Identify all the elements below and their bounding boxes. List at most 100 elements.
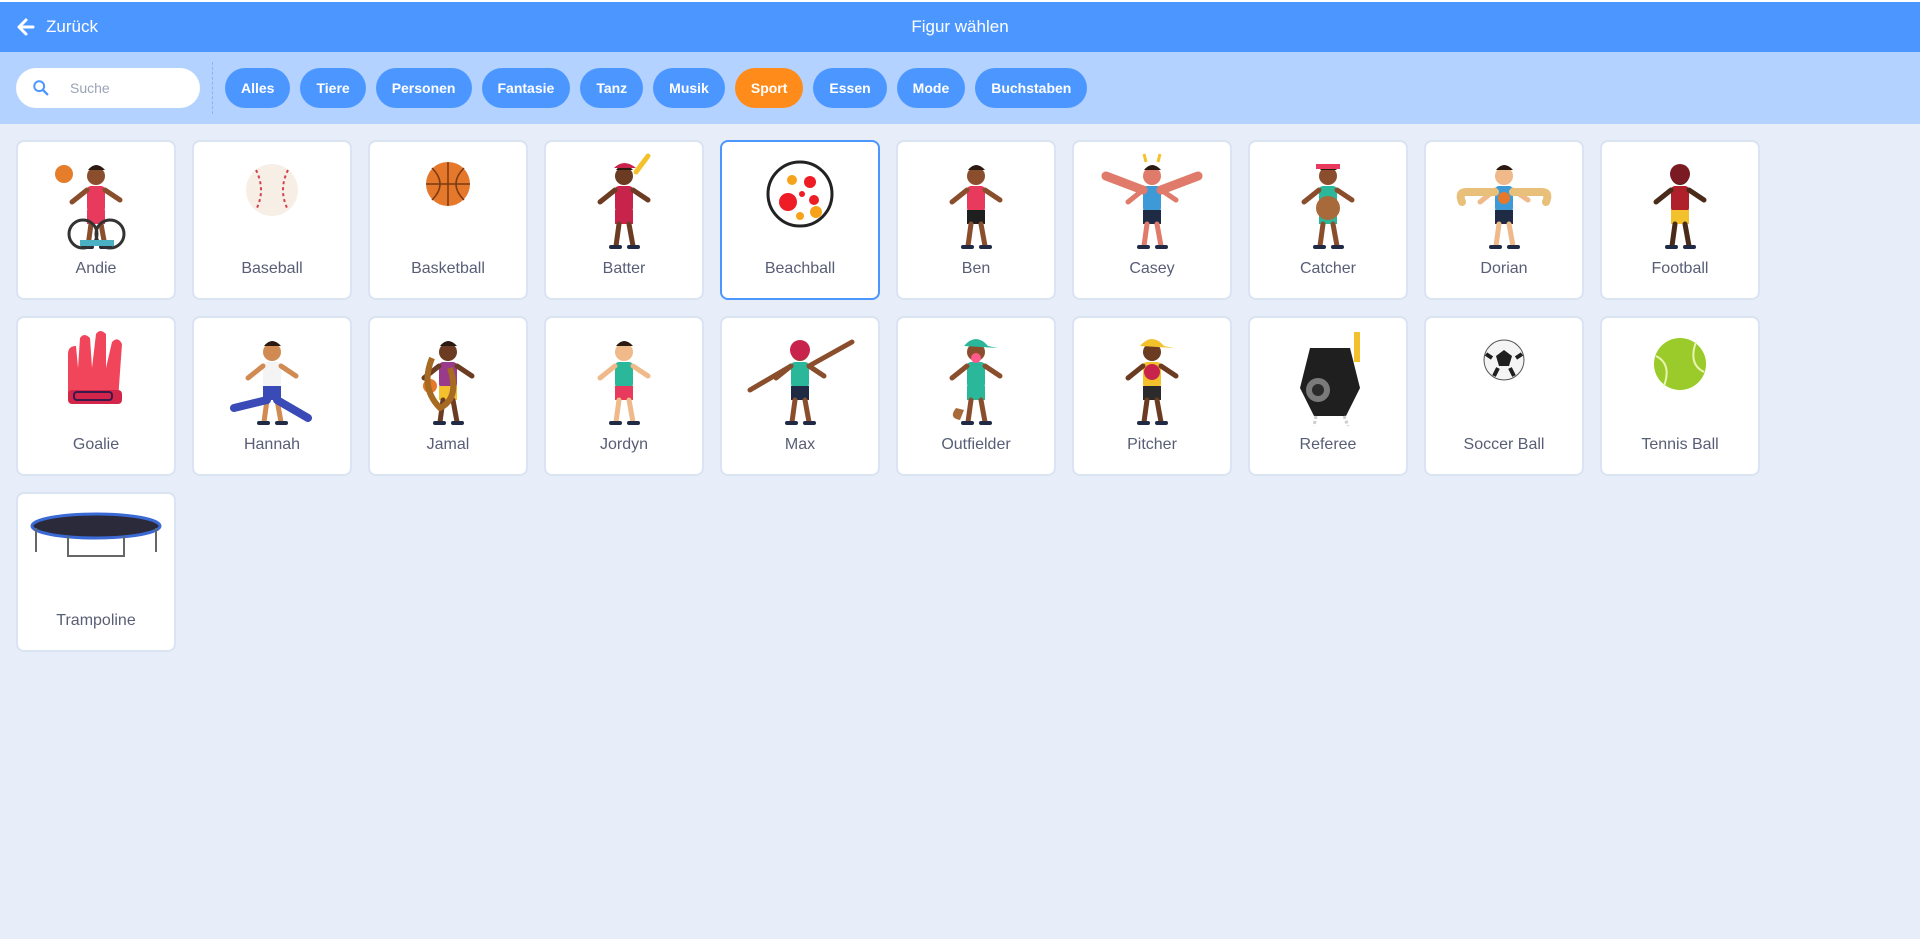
sprite-name: Pitcher (1127, 436, 1177, 453)
sprite-name: Tennis Ball (1641, 436, 1719, 453)
sprite-card-soccer-ball[interactable]: Soccer Ball (1424, 316, 1584, 476)
sprite-name: Beachball (764, 260, 836, 277)
sprite-thumbnail (380, 152, 516, 252)
wide-person-icon (1101, 153, 1203, 249)
beachball-icon (766, 160, 834, 228)
sprite-card-catcher[interactable]: Catcher (1248, 140, 1408, 300)
sprite-card-batter[interactable]: Batter (544, 140, 704, 300)
sprite-grid: Andie Baseball Basketball Batter Beachball … (16, 140, 1806, 652)
pitcher-icon (1125, 339, 1179, 425)
search-box[interactable] (16, 68, 200, 108)
sprite-thumbnail (1084, 328, 1220, 428)
football-player-icon (1653, 164, 1707, 249)
goalie-glove-icon (68, 331, 122, 404)
arms-spread-icon (747, 339, 855, 425)
tag-personen[interactable]: Personen (375, 68, 472, 108)
sprite-card-beachball[interactable]: Beachball (720, 140, 880, 300)
catcher-icon (1301, 164, 1355, 249)
sprite-card-jordyn[interactable]: Jordyn (544, 316, 704, 476)
sprite-name: Referee (1299, 436, 1357, 453)
search-input[interactable] (68, 79, 192, 97)
tag-sport[interactable]: Sport (734, 68, 804, 108)
sprite-thumbnail (380, 328, 516, 428)
filter-divider (212, 62, 213, 114)
sprite-name: Outfielder (941, 436, 1011, 453)
person-with-ball-icon (1456, 165, 1552, 249)
tag-fantasie[interactable]: Fantasie (481, 68, 571, 108)
sprite-thumbnail (908, 152, 1044, 252)
kicker-icon (597, 341, 651, 425)
sprite-card-football[interactable]: Football (1600, 140, 1760, 300)
tag-alles[interactable]: Alles (225, 68, 291, 108)
sprite-name: Batter (602, 260, 646, 277)
hurdler-icon (230, 341, 312, 425)
tennis-ball-icon (1654, 338, 1706, 390)
sprite-card-referee[interactable]: Referee (1248, 316, 1408, 476)
sprite-name: Goalie (72, 436, 120, 453)
sprite-thumbnail (732, 152, 868, 252)
page-title: Figur wählen (911, 17, 1009, 36)
back-button[interactable]: Zurück (16, 2, 98, 52)
sprite-card-baseball[interactable]: Baseball (192, 140, 352, 300)
dribbler-icon (421, 341, 475, 425)
sprite-name: Baseball (241, 260, 303, 277)
sprite-thumbnail (1260, 152, 1396, 252)
sprite-card-trampoline[interactable]: Trampoline (16, 492, 176, 652)
sprite-thumbnail (556, 328, 692, 428)
sprite-name: Jordyn (599, 436, 649, 453)
soccer-ball-icon (1483, 339, 1525, 381)
sprite-name: Basketball (411, 260, 485, 277)
tag-list: Alles Tiere Personen Fantasie Tanz Musik Sport… (225, 68, 1088, 108)
sprite-thumbnail (732, 328, 868, 428)
sprite-card-hannah[interactable]: Hannah (192, 316, 352, 476)
sprite-card-andie[interactable]: Andie (16, 140, 176, 300)
outfielder-icon (949, 339, 1003, 425)
header-bar: Zurück Figur wählen (0, 0, 1920, 52)
sprite-card-jamal[interactable]: Jamal (368, 316, 528, 476)
sprite-thumbnail (28, 152, 164, 252)
sprite-name: Football (1651, 260, 1709, 277)
sprite-card-outfielder[interactable]: Outfielder (896, 316, 1056, 476)
sprite-card-goalie[interactable]: Goalie (16, 316, 176, 476)
sprite-thumbnail (908, 328, 1044, 428)
sprite-name: Trampoline (56, 612, 136, 629)
tag-buchstaben[interactable]: Buchstaben (975, 68, 1088, 108)
tag-tanz[interactable]: Tanz (580, 68, 644, 108)
runner-icon (949, 165, 1003, 249)
sprite-card-pitcher[interactable]: Pitcher (1072, 316, 1232, 476)
basketball-icon (426, 162, 470, 206)
sprite-thumbnail (28, 328, 164, 428)
sprite-name: Andie (75, 260, 117, 277)
sprite-name: Catcher (1299, 260, 1357, 277)
sprite-thumbnail (204, 152, 340, 252)
sprite-thumbnail (556, 152, 692, 252)
batter-icon (597, 153, 651, 249)
tag-tiere[interactable]: Tiere (300, 68, 366, 108)
tag-mode[interactable]: Mode (896, 68, 966, 108)
sprite-thumbnail (1084, 152, 1220, 252)
sprite-thumbnail (1612, 152, 1748, 252)
whistle-icon (1300, 332, 1360, 427)
sprite-name: Hannah (243, 436, 301, 453)
sprite-thumbnail (204, 328, 340, 428)
sprite-thumbnail (28, 504, 164, 604)
wheelchair-player-icon (55, 165, 126, 250)
back-label: Zurück (46, 17, 98, 36)
sprite-name: Max (784, 436, 816, 453)
sprite-card-basketball[interactable]: Basketball (368, 140, 528, 300)
sprite-thumbnail (1436, 328, 1572, 428)
sprite-card-casey[interactable]: Casey (1072, 140, 1232, 300)
tag-essen[interactable]: Essen (813, 68, 887, 108)
arrow-left-icon (17, 18, 35, 36)
tag-musik[interactable]: Musik (653, 68, 725, 108)
sprite-thumbnail (1436, 152, 1572, 252)
sprite-name: Soccer Ball (1463, 436, 1545, 453)
sprite-card-tennis-ball[interactable]: Tennis Ball (1600, 316, 1760, 476)
sprite-card-ben[interactable]: Ben (896, 140, 1056, 300)
sprite-card-max[interactable]: Max (720, 316, 880, 476)
sprite-name: Casey (1129, 260, 1175, 277)
sprite-thumbnail (1260, 328, 1396, 428)
sprite-card-dorian[interactable]: Dorian (1424, 140, 1584, 300)
trampoline-icon (30, 512, 162, 557)
sprite-name: Dorian (1480, 260, 1528, 277)
